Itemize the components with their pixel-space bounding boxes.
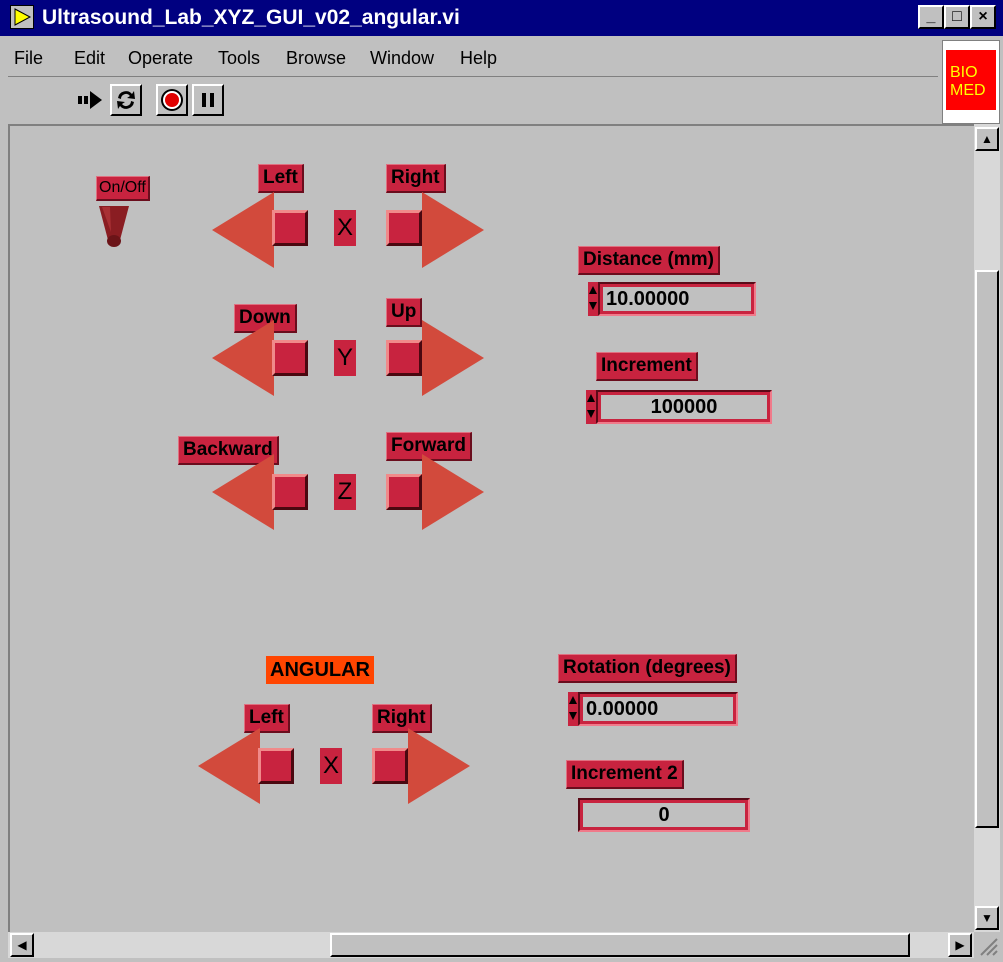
scroll-left-button[interactable]: ◀ (10, 933, 34, 957)
rotation-spinner[interactable] (568, 692, 578, 726)
menu-edit[interactable]: Edit (74, 48, 105, 69)
run-arrow-icon[interactable] (74, 84, 106, 116)
scroll-right-button[interactable]: ▶ (948, 933, 972, 957)
distance-value: 10.00000 (606, 288, 690, 310)
increment-label: Increment (596, 352, 698, 381)
y-up-label: Up (386, 298, 423, 327)
angular-axis-label: X (320, 748, 342, 784)
increment-arrow-icon[interactable] (569, 696, 577, 704)
onoff-switch[interactable] (98, 204, 132, 250)
horizontal-scroll-thumb[interactable] (330, 933, 910, 957)
rotation-label: Rotation (degrees) (558, 654, 737, 683)
increment2-label: Increment 2 (566, 760, 684, 789)
toolbar-separator (8, 76, 938, 77)
menu-file[interactable]: File (14, 48, 43, 69)
onoff-label: On/Off (96, 176, 150, 201)
menu-tools[interactable]: Tools (218, 48, 260, 69)
x-left-arrow-icon (212, 192, 274, 268)
distance-input[interactable]: 10.00000 (598, 282, 756, 316)
decrement-arrow-icon[interactable] (589, 302, 597, 310)
maximize-button[interactable]: □ (944, 5, 970, 29)
menu-browse[interactable]: Browse (286, 48, 346, 69)
angular-title: ANGULAR (266, 656, 374, 684)
angular-right-button[interactable] (372, 748, 408, 784)
increment-input[interactable]: 100000 (596, 390, 772, 424)
z-forward-button[interactable] (386, 474, 422, 510)
x-right-arrow-icon (422, 192, 484, 268)
logo-text-line2: MED (950, 82, 986, 99)
x-right-button[interactable] (386, 210, 422, 246)
menu-window[interactable]: Window (370, 48, 434, 69)
minimize-button[interactable]: _ (918, 5, 944, 29)
scroll-down-button[interactable]: ▼ (975, 906, 999, 930)
pause-icon[interactable] (192, 84, 224, 116)
angular-right-arrow-icon (408, 728, 470, 804)
decrement-arrow-icon[interactable] (569, 712, 577, 720)
z-backward-arrow-icon (212, 454, 274, 530)
z-backward-button[interactable] (272, 474, 308, 510)
angular-left-arrow-icon (198, 728, 260, 804)
increment-value: 100000 (650, 396, 718, 418)
y-axis-label: Y (334, 340, 356, 376)
continuous-run-icon[interactable] (110, 84, 142, 116)
increment2-value: 0 (658, 804, 670, 826)
abort-icon[interactable] (156, 84, 188, 116)
increment2-input[interactable]: 0 (578, 798, 750, 832)
x-left-label: Left (258, 164, 304, 193)
vertical-scroll-thumb[interactable] (975, 270, 999, 828)
increment-spinner[interactable] (586, 390, 596, 424)
increment-arrow-icon[interactable] (589, 286, 597, 294)
x-left-button[interactable] (272, 210, 308, 246)
close-button[interactable]: × (970, 5, 996, 29)
y-down-arrow-icon (212, 320, 274, 396)
y-down-button[interactable] (272, 340, 308, 376)
x-right-label: Right (386, 164, 446, 193)
distance-spinner[interactable] (588, 282, 598, 316)
angular-left-button[interactable] (258, 748, 294, 784)
menu-help[interactable]: Help (460, 48, 497, 69)
resize-grip-icon[interactable] (975, 933, 1000, 958)
y-up-button[interactable] (386, 340, 422, 376)
z-axis-label: Z (334, 474, 356, 510)
scroll-up-button[interactable]: ▲ (975, 127, 999, 151)
increment-arrow-icon[interactable] (587, 394, 595, 402)
distance-label: Distance (mm) (578, 246, 720, 275)
z-forward-arrow-icon (422, 454, 484, 530)
x-axis-label: X (334, 210, 356, 246)
decrement-arrow-icon[interactable] (587, 410, 595, 418)
window-title: Ultrasound_Lab_XYZ_GUI_v02_angular.vi (42, 6, 460, 29)
logo-text-line1: BIO (950, 64, 978, 81)
y-up-arrow-icon (422, 320, 484, 396)
menu-operate[interactable]: Operate (128, 48, 193, 69)
labview-app-icon[interactable] (10, 5, 34, 29)
front-panel (8, 124, 974, 932)
rotation-input[interactable]: 0.00000 (578, 692, 738, 726)
rotation-value: 0.00000 (586, 698, 659, 720)
